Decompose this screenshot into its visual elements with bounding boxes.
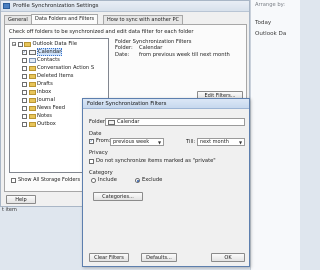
- tree-item[interactable]: Drafts: [22, 80, 53, 88]
- checkbox-contacts[interactable]: [22, 57, 27, 63]
- tree-item[interactable]: ✓ Calendar: [22, 48, 63, 56]
- filters-dialog: Folder Synchronization Filters Folder Ca…: [82, 98, 250, 267]
- till-select-value: next month: [200, 139, 229, 145]
- privacy-heading: Privacy: [89, 150, 108, 156]
- checkbox-journal[interactable]: [22, 97, 27, 103]
- outlook-data-label: Outlook Da: [255, 31, 287, 37]
- include-label: Include: [98, 177, 117, 183]
- from-select-value: previous week: [113, 139, 150, 145]
- tree-item-label: Inbox: [37, 89, 52, 95]
- tree-item[interactable]: − Outlook Data File: [12, 40, 77, 48]
- date-heading: Date: [89, 131, 102, 137]
- filter-date-key: Date:: [115, 51, 130, 58]
- tree-item-label: Drafts: [37, 81, 53, 87]
- tree-item-label: Outbox: [37, 121, 56, 127]
- tree-item-label: Notes: [37, 113, 52, 119]
- private-checkbox[interactable]: [89, 158, 94, 164]
- checkbox-calendar[interactable]: ✓: [22, 49, 27, 55]
- from-checkbox[interactable]: ✓: [89, 138, 94, 144]
- tree-item-label: Journal: [37, 97, 55, 103]
- folder-icon: [28, 81, 36, 87]
- calendar-icon: [108, 119, 115, 125]
- from-row[interactable]: ✓ From:: [89, 138, 111, 144]
- checkbox-outbox[interactable]: [22, 121, 27, 127]
- ok-button[interactable]: OK: [211, 253, 245, 262]
- checkbox-notes[interactable]: [22, 113, 27, 119]
- background-app: Arrange by: Today Outlook Da: [250, 0, 300, 270]
- folder-field[interactable]: Calendar: [105, 118, 245, 126]
- till-label: Till:: [186, 139, 196, 145]
- checkbox-inbox[interactable]: [22, 89, 27, 95]
- folder-icon: [24, 41, 31, 47]
- checkbox-deleted-items[interactable]: [22, 73, 27, 79]
- checkbox-outlook-data-file[interactable]: [17, 41, 23, 47]
- chevron-down-icon: ▼: [238, 140, 243, 145]
- from-select[interactable]: previous week ▼: [110, 138, 164, 146]
- chevron-down-icon: ▼: [157, 140, 162, 145]
- include-radio[interactable]: [91, 177, 96, 183]
- defaults-button[interactable]: Defaults...: [141, 253, 177, 262]
- tree-item[interactable]: Contacts: [22, 56, 60, 64]
- tree-item-label: Calendar: [37, 48, 63, 56]
- checkbox-conversation-action[interactable]: [22, 65, 27, 71]
- window-titlebar[interactable]: Profile Synchronization Settings: [1, 1, 249, 12]
- filter-date-row: Date: from previous week till next month: [115, 52, 230, 58]
- filter-date-value: from previous week till next month: [139, 51, 230, 58]
- tab-data-folders[interactable]: Data Folders and Filters: [31, 14, 99, 24]
- window-title: Profile Synchronization Settings: [13, 3, 99, 9]
- app-icon: [3, 3, 10, 9]
- partial-text: t item: [2, 207, 17, 213]
- folder-icon: [28, 105, 36, 111]
- filter-summary: Folder Synchronization Filters Folder: Ca…: [115, 39, 230, 58]
- tree-item[interactable]: News Feed: [22, 104, 65, 112]
- checkbox-news-feed[interactable]: [22, 105, 27, 111]
- tree-item-label: Contacts: [37, 57, 60, 63]
- folder-field-value: Calendar: [117, 119, 140, 125]
- tab-sync-another-pc[interactable]: How to sync with another PC: [103, 15, 184, 24]
- show-all-label: Show All Storage Folders: [18, 177, 81, 183]
- private-label: Do not synchronize items marked as "priv…: [96, 158, 216, 164]
- tree-item[interactable]: Inbox: [22, 88, 51, 96]
- till-select[interactable]: next month ▼: [197, 138, 245, 146]
- filter-folder-value: Calendar: [139, 45, 163, 52]
- tree-item[interactable]: Journal: [22, 96, 55, 104]
- dialog-titlebar[interactable]: Folder Synchronization Filters: [83, 99, 249, 109]
- tree-item[interactable]: Deleted Items: [22, 72, 74, 80]
- show-all-row[interactable]: Show All Storage Folders: [11, 177, 80, 183]
- help-button[interactable]: Help: [6, 195, 36, 204]
- collapse-icon[interactable]: −: [12, 42, 16, 47]
- tree-item-label: Outlook Data File: [32, 41, 78, 47]
- from-label: From:: [96, 138, 111, 144]
- categories-button[interactable]: Categories...: [93, 192, 143, 201]
- private-row[interactable]: Do not synchronize items marked as "priv…: [89, 158, 216, 164]
- dialog-title: Folder Synchronization Filters: [87, 101, 167, 107]
- arrange-by-label: Arrange by:: [255, 2, 286, 8]
- tree-item[interactable]: Outbox: [22, 120, 56, 128]
- include-row[interactable]: Include: [91, 177, 117, 183]
- contacts-icon: [28, 57, 36, 63]
- folder-icon: [28, 73, 36, 79]
- show-all-checkbox[interactable]: [11, 177, 16, 183]
- tree-item-label: Deleted Items: [37, 73, 74, 79]
- tree-item[interactable]: Notes: [22, 112, 52, 120]
- checkbox-drafts[interactable]: [22, 81, 27, 87]
- tree-item[interactable]: Conversation Action S: [22, 64, 94, 72]
- clear-filters-button[interactable]: Clear Filters: [89, 253, 129, 262]
- calendar-icon: [28, 49, 36, 55]
- folder-icon: [28, 113, 36, 119]
- folder-icon: [28, 65, 36, 71]
- exclude-label: Exclude: [142, 177, 163, 183]
- exclude-row[interactable]: Exclude: [135, 177, 162, 183]
- tree-item-label: News Feed: [37, 105, 66, 111]
- tab-general[interactable]: General: [4, 15, 32, 24]
- folder-label: Folder: [89, 119, 106, 125]
- folder-icon: [28, 89, 36, 95]
- exclude-radio[interactable]: [135, 177, 140, 183]
- instructions-text: Check off folders to be synchronized and…: [9, 29, 194, 35]
- category-heading: Category: [89, 170, 113, 176]
- folder-icon: [28, 97, 36, 103]
- tree-item-label: Conversation Action S: [37, 65, 95, 71]
- folder-icon: [28, 121, 36, 127]
- today-label: Today: [255, 20, 272, 26]
